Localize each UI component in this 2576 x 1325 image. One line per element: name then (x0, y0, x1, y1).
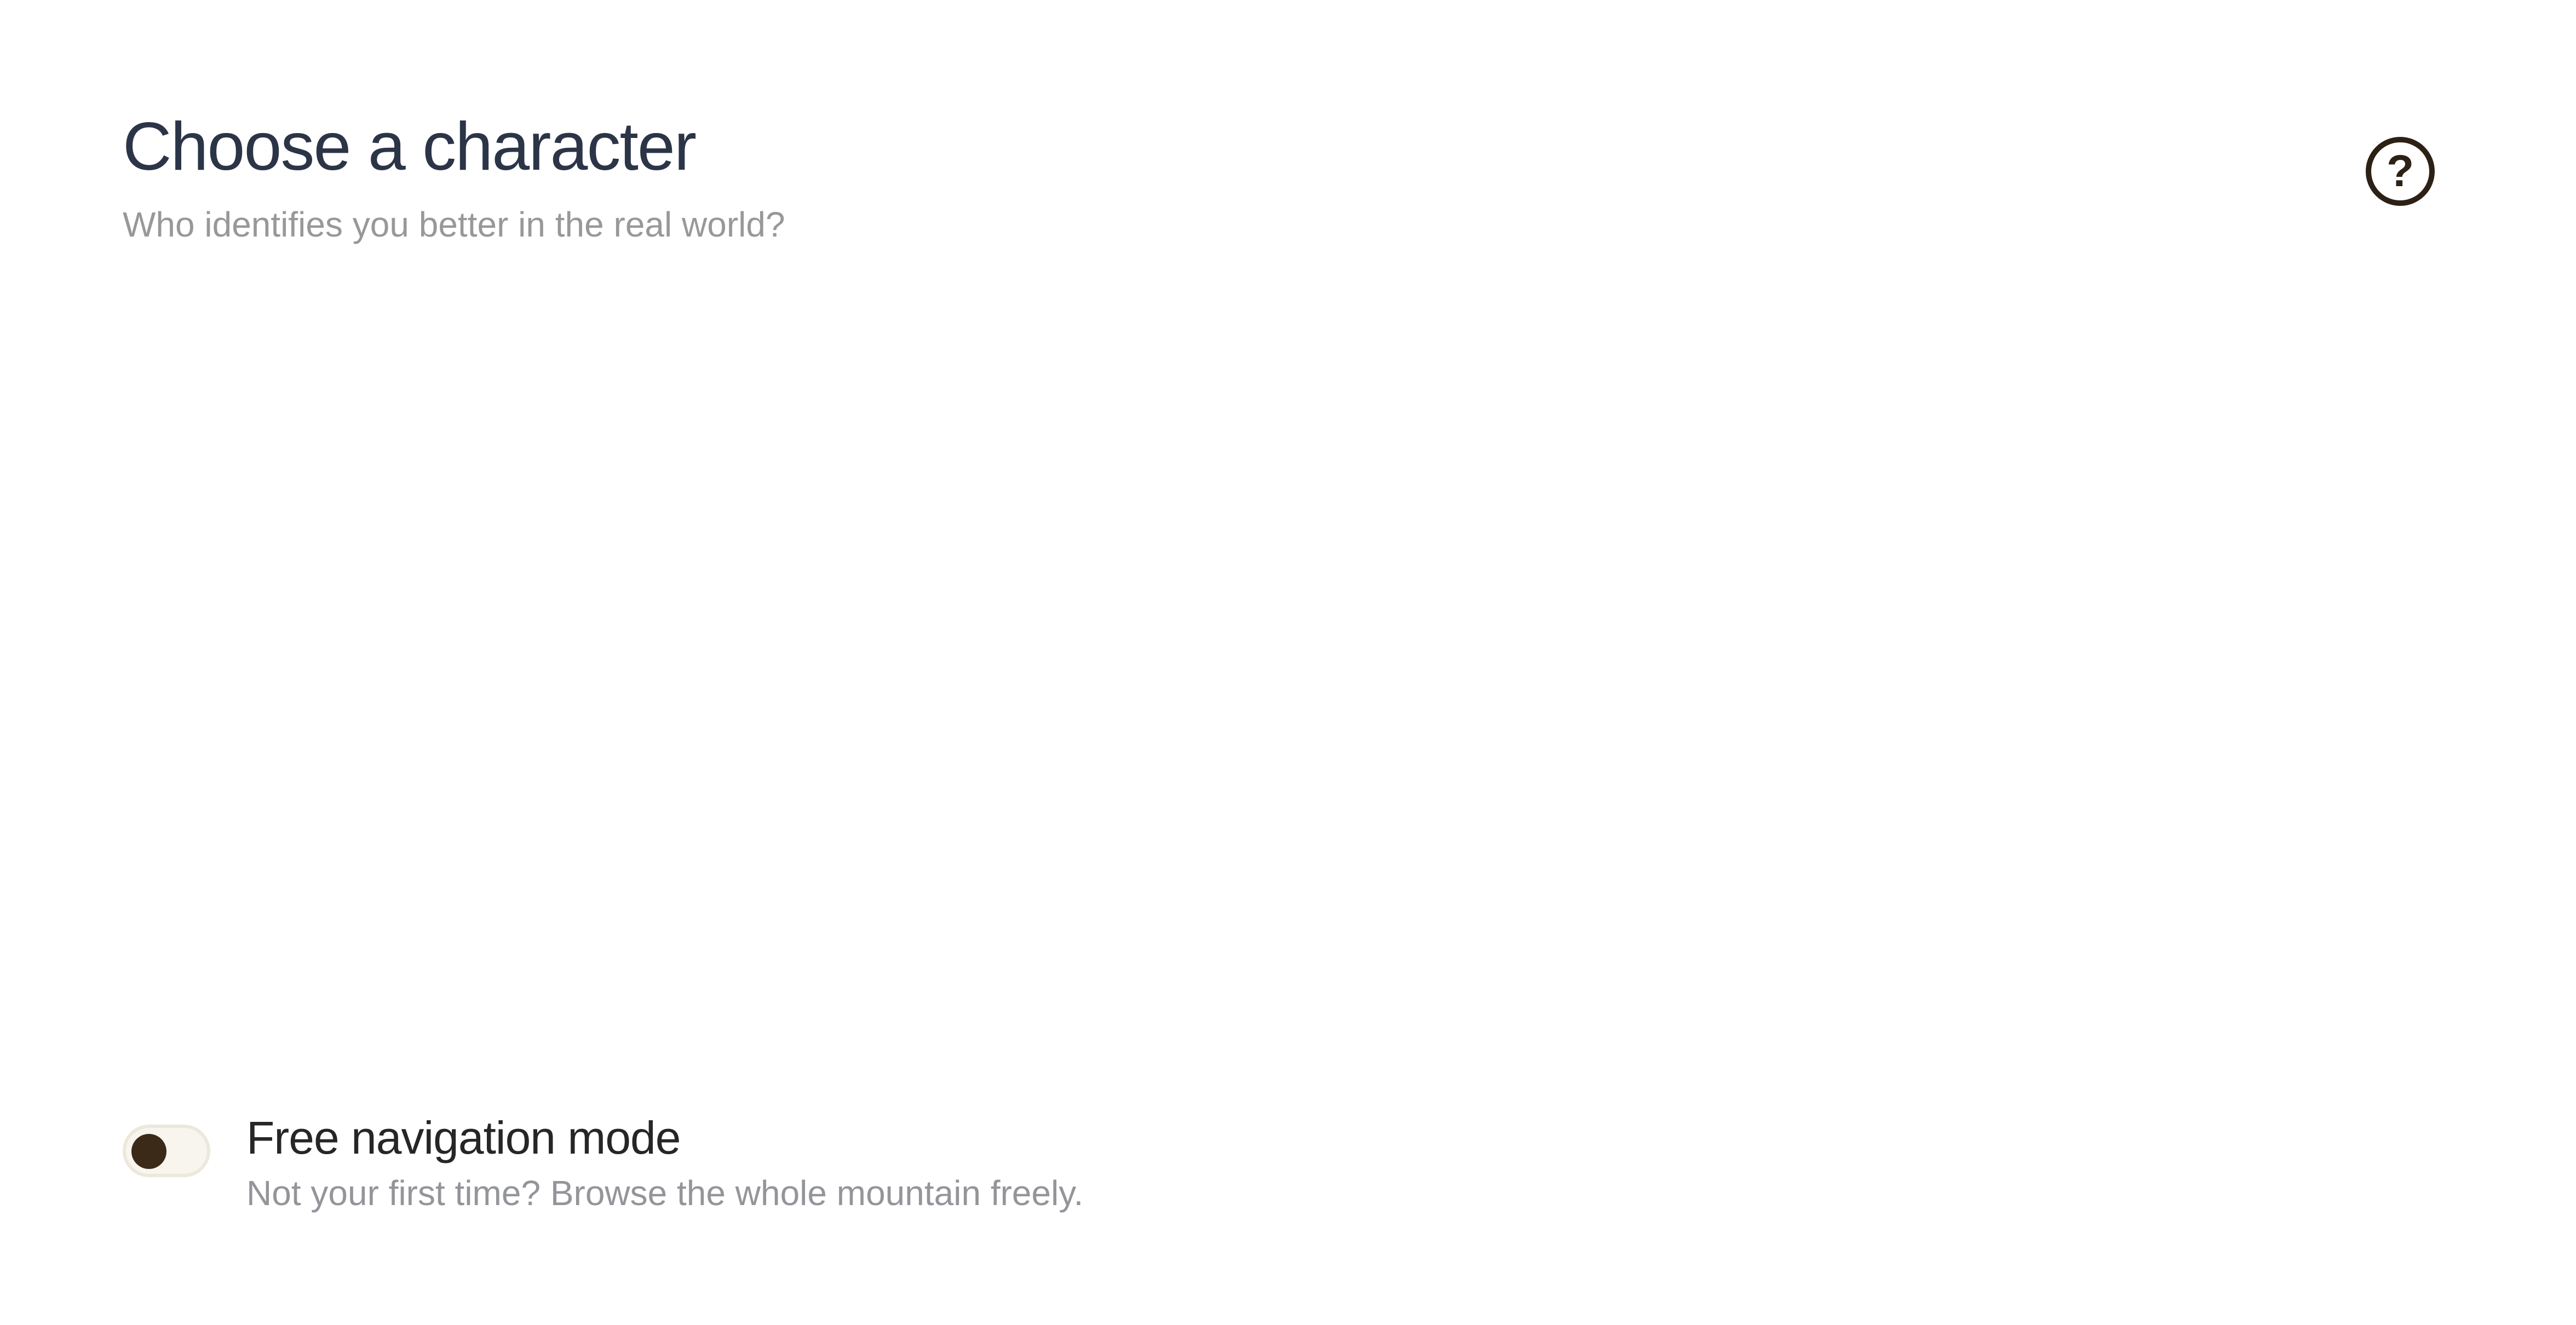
page-subtitle: Who identifies you better in the real wo… (123, 205, 785, 245)
help-circle-icon: ? (2386, 146, 2414, 196)
page-header: Choose a character Who identifies you be… (123, 110, 785, 246)
toggle-knob (131, 1134, 166, 1169)
free-navigation-description: Not your first time? Browse the whole mo… (246, 1173, 1084, 1213)
help-button[interactable]: ? (2366, 137, 2435, 206)
free-navigation-label: Free navigation mode (246, 1112, 681, 1163)
free-navigation-toggle[interactable] (123, 1125, 210, 1177)
page-title: Choose a character (123, 109, 697, 185)
free-navigation-text: Free navigation mode Not your first time… (246, 1111, 1083, 1214)
free-navigation-setting: Free navigation mode Not your first time… (123, 1111, 1083, 1214)
